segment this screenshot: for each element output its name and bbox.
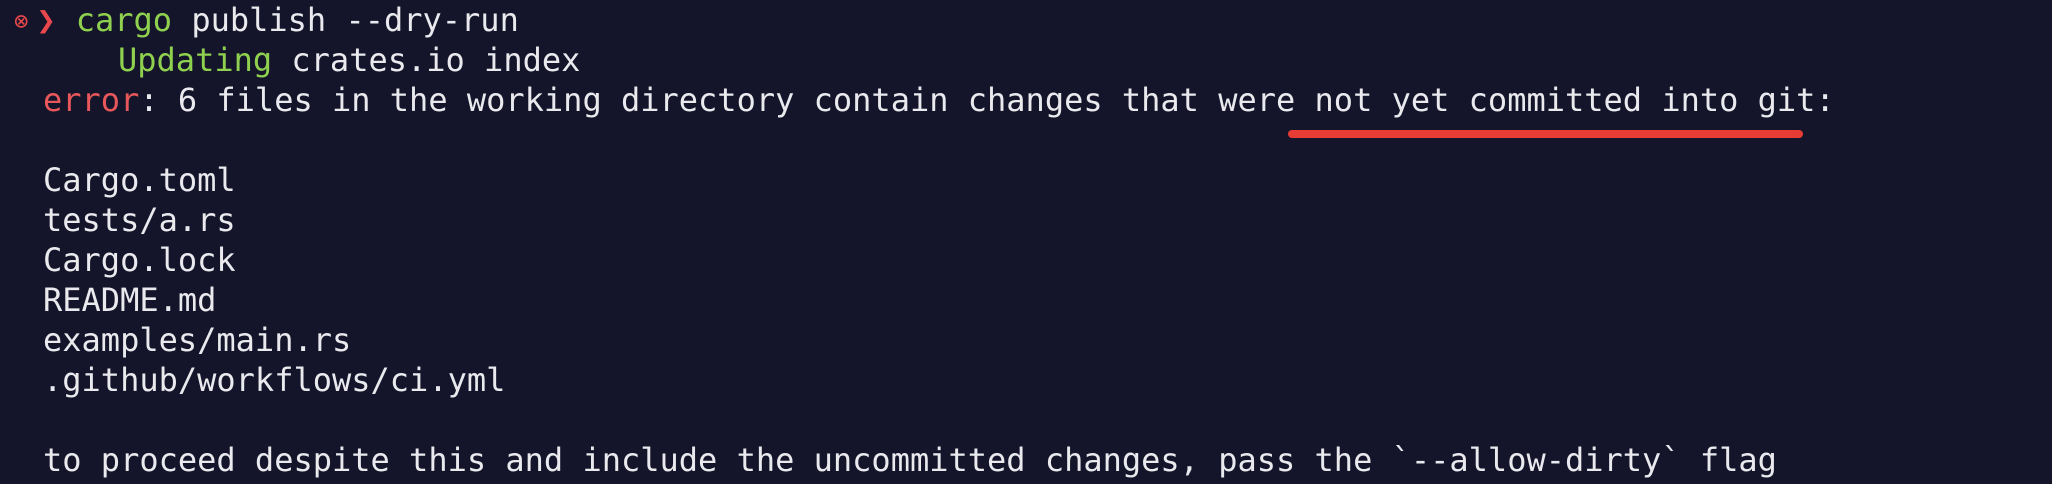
file-list-item: Cargo.toml	[43, 161, 236, 199]
command-args: publish --dry-run	[172, 1, 519, 39]
error-status-icon: ⊗	[14, 7, 29, 35]
error-label: error	[43, 81, 140, 119]
updating-label: Updating	[118, 41, 273, 79]
prompt-arrow-icon: ❯	[36, 1, 56, 39]
hint-line: to proceed despite this and include the …	[43, 441, 1777, 479]
error-message: : 6 files in the working directory conta…	[139, 81, 1835, 119]
file-list-item: Cargo.lock	[43, 241, 236, 279]
updating-line: Updating crates.io index	[118, 40, 580, 80]
command-name: cargo	[75, 1, 173, 39]
annotation-underline	[1288, 130, 1803, 138]
file-list-item: tests/a.rs	[43, 201, 236, 239]
updating-text: crates.io index	[272, 41, 581, 79]
file-list-item: README.md	[43, 281, 217, 319]
file-list-item: examples/main.rs	[43, 321, 352, 359]
file-list-item: .github/workflows/ci.yml	[43, 361, 506, 399]
terminal-window[interactable]: ⊗ ❯ cargo publish --dry-run Updating crate…	[0, 0, 2052, 484]
error-line: error: 6 files in the working directory …	[43, 80, 1835, 120]
prompt-line: ⊗ ❯ cargo publish --dry-run	[14, 0, 519, 40]
